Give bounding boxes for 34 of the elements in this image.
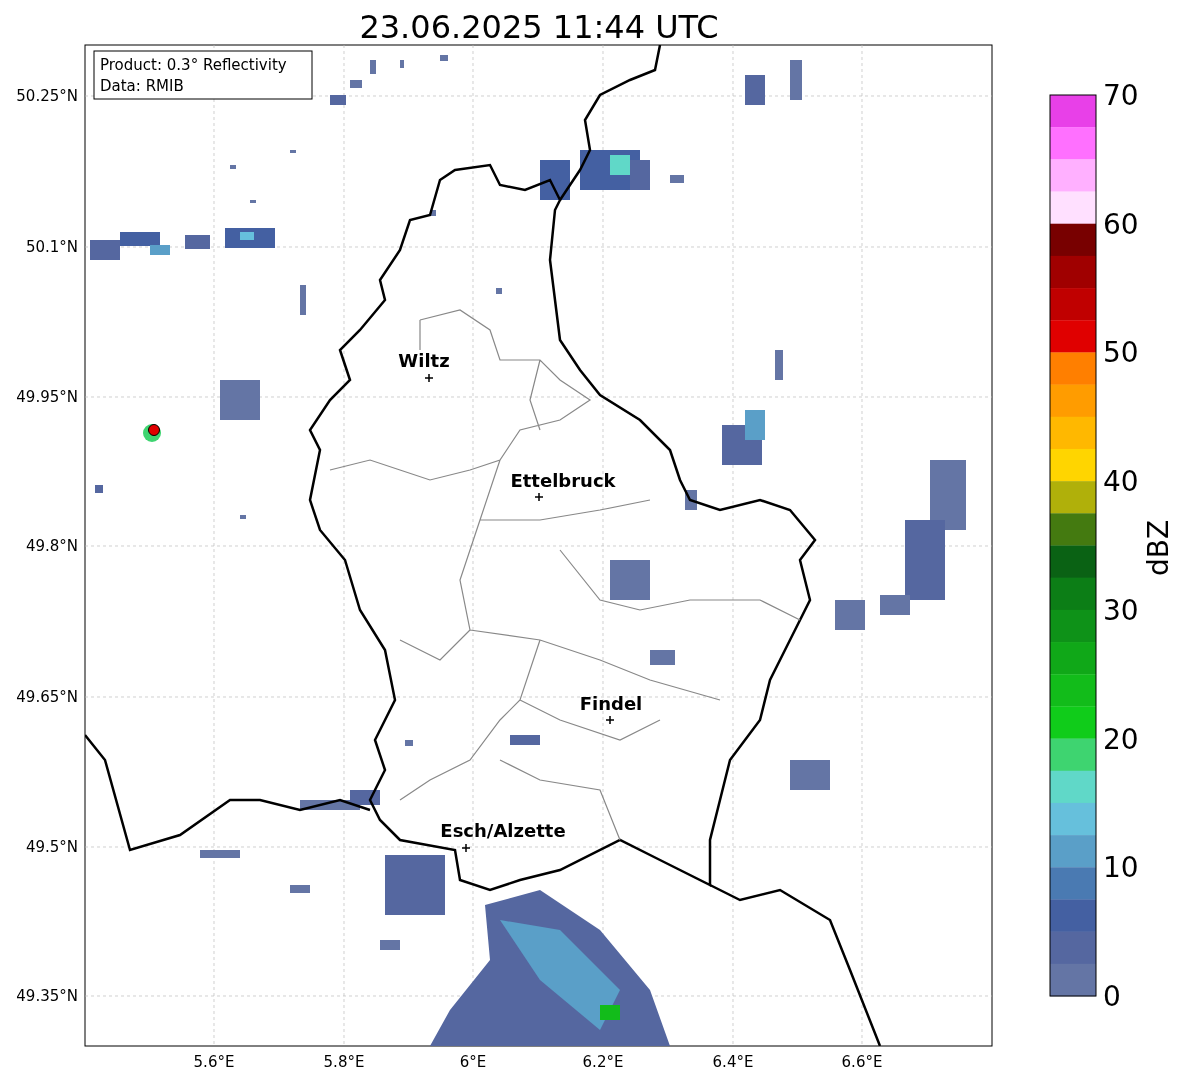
colorbar-tick-label: 20 [1103, 722, 1139, 756]
city-marker-icon [605, 715, 615, 725]
colorbar-tick-label: 10 [1103, 851, 1139, 885]
latitude-label: 49.5°N [25, 838, 78, 856]
city-marker-icon [424, 373, 434, 383]
colorbar-label: dBZ [1142, 519, 1175, 577]
longitude-label: 6.6°E [841, 1053, 883, 1071]
colorbar-tick-label: 30 [1103, 593, 1139, 627]
info-text: Data: RMIB [100, 77, 184, 95]
latitude-label: 49.95°N [16, 388, 78, 406]
city-marker-icon [534, 492, 544, 502]
colorbar-tick-label: 40 [1103, 465, 1139, 499]
city-marker-icon [461, 843, 471, 853]
longitude-label: 6.4°E [712, 1053, 754, 1071]
colorbar-tick-label: 60 [1103, 207, 1139, 241]
colorbar-tick-label: 70 [1103, 79, 1139, 112]
info-text: Product: 0.3° Reflectivity [100, 56, 287, 74]
chart-title: 23.06.2025 11:44 UTC [359, 8, 719, 46]
longitude-label: 5.8°E [323, 1053, 365, 1071]
city-label: Ettelbruck [510, 470, 616, 491]
latitude-label: 50.25°N [16, 87, 78, 105]
city-label: Findel [579, 693, 643, 714]
radar-site-icon [143, 424, 161, 442]
city-label: Wiltz [398, 350, 450, 371]
city-label: Esch/Alzette [440, 820, 566, 841]
longitude-label: 6°E [459, 1053, 487, 1071]
latitude-label: 49.8°N [25, 537, 78, 555]
longitude-label: 6.2°E [582, 1053, 624, 1071]
longitude-label: 5.6°E [193, 1053, 235, 1071]
latitude-label: 49.65°N [16, 688, 78, 706]
latitude-label: 49.35°N [16, 987, 78, 1005]
colorbar-tick-label: 0 [1103, 980, 1121, 1013]
colorbar-tick-label: 50 [1103, 336, 1139, 370]
latitude-label: 50.1°N [25, 238, 78, 256]
